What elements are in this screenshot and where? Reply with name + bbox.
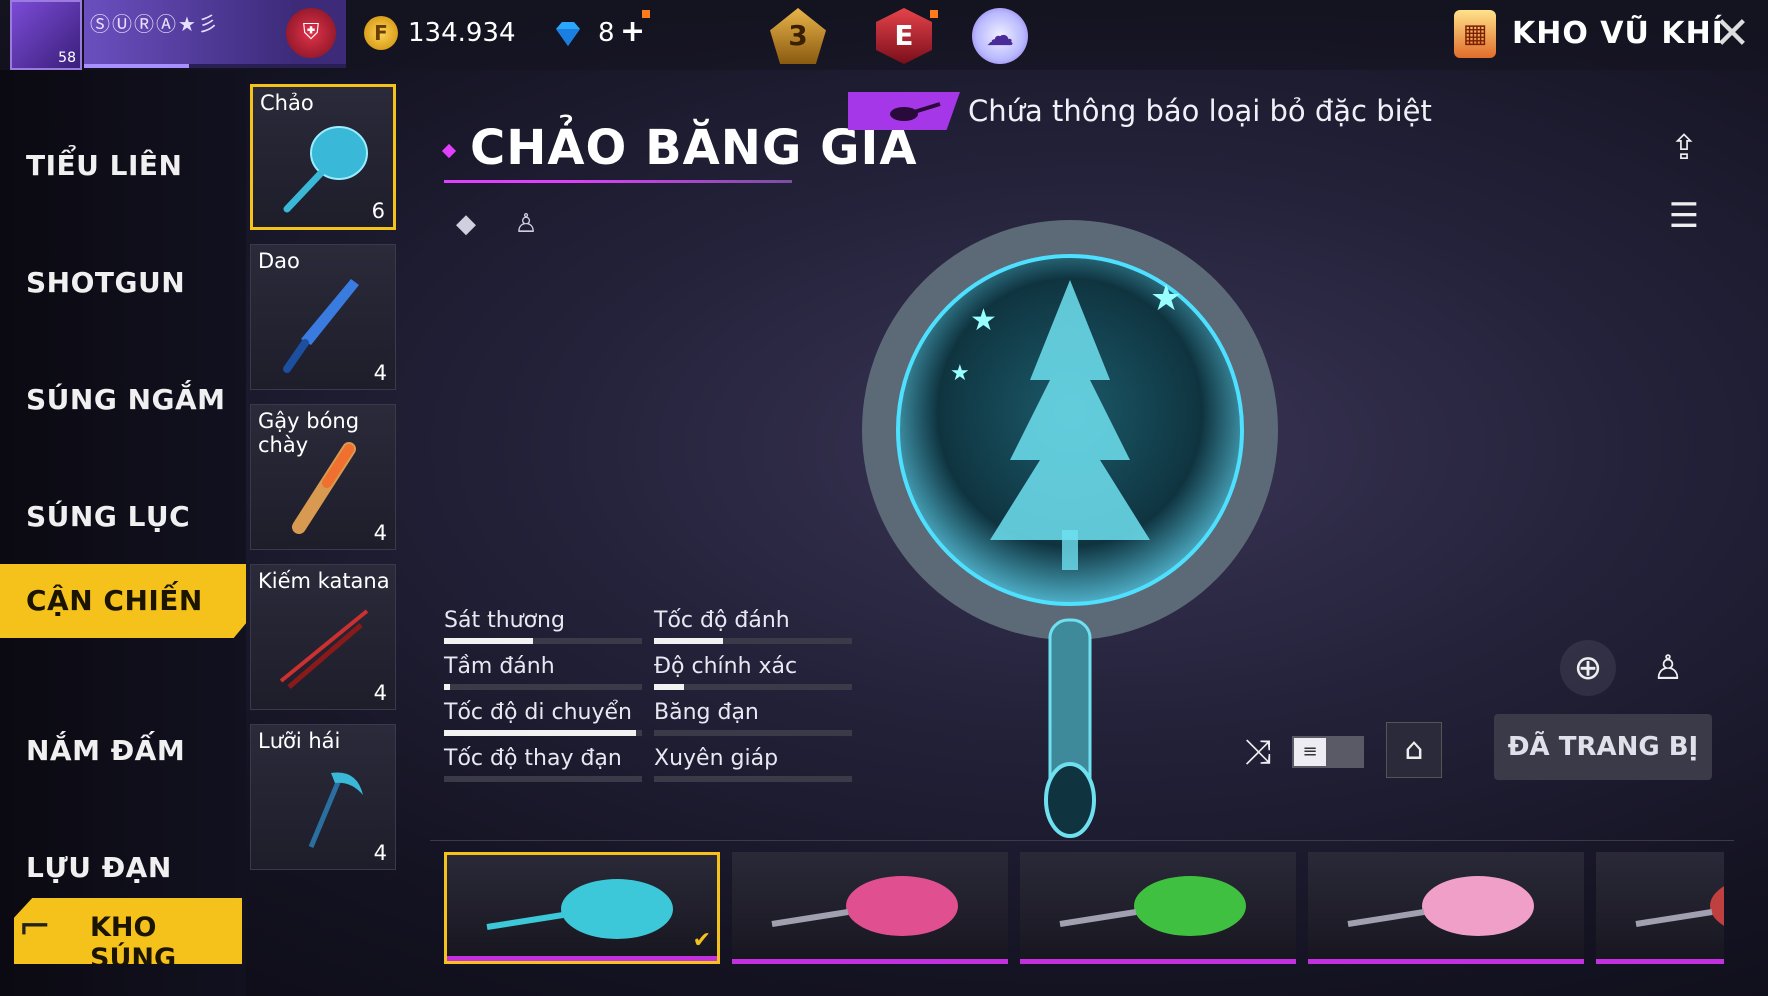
stat-bar <box>654 638 852 644</box>
player-banner[interactable]: ⓈⓊⓇⒶ★彡 ⛨ <box>84 0 346 68</box>
cloud-gift-icon[interactable]: ☁ <box>972 8 1028 64</box>
player-avatar[interactable]: 58 <box>10 0 82 70</box>
rarity-bar <box>732 959 1008 964</box>
svg-text:★: ★ <box>1150 278 1182 319</box>
stat-label: Tốc độ di chuyển <box>444 700 632 725</box>
frying-pan-icon <box>486 879 673 939</box>
weapon-item-knife[interactable]: Dao 4 <box>250 244 396 390</box>
pistol-icon: ⌐ <box>18 904 52 950</box>
stat-label: Độ chính xác <box>654 654 798 679</box>
svg-text:★: ★ <box>950 361 970 386</box>
frying-pan-icon <box>771 876 958 936</box>
player-level: 58 <box>58 50 76 66</box>
skins-divider <box>430 840 1734 841</box>
weapon-item-pan[interactable]: Chảo 6 <box>250 84 396 230</box>
close-icon[interactable]: ✕ <box>1710 12 1754 58</box>
page-title: KHO VŨ KHÍ <box>1512 16 1724 51</box>
equipped-button[interactable]: ĐÃ TRANG BỊ <box>1494 714 1712 780</box>
sidebar-item-grenade[interactable]: LỰU ĐẠN <box>0 832 246 904</box>
category-sidebar: TIỂU LIÊN SHOTGUN SÚNG NGẮM SÚNG LỤC CẬN… <box>0 70 246 996</box>
sidebar-item-shotgun[interactable]: SHOTGUN <box>0 247 246 319</box>
weapon-item-scythe[interactable]: Lưỡi hái 4 <box>250 724 396 870</box>
rarity-bar <box>1596 959 1724 964</box>
baseball-bat-icon <box>292 442 356 534</box>
sidebar-item-fist[interactable]: NẮM ĐẤM <box>0 715 246 787</box>
top-up-button[interactable]: + <box>620 14 645 49</box>
title-bullet-icon <box>441 143 457 159</box>
rarity-bar <box>1308 959 1584 964</box>
stat-bar <box>444 730 642 736</box>
stat-bar <box>444 684 642 690</box>
stat-label: Tầm đánh <box>444 654 555 679</box>
guild-emblem-icon: ⛨ <box>286 8 336 58</box>
stat-label: Tốc độ thay đạn <box>444 746 622 771</box>
notification-dot <box>642 10 650 18</box>
stat-bar <box>654 730 852 736</box>
stat-bar <box>654 684 852 690</box>
skin-item[interactable] <box>1308 852 1584 964</box>
title-underline <box>444 180 792 183</box>
skin-item[interactable] <box>732 852 1008 964</box>
toggle-knob: ≡ <box>1294 738 1326 766</box>
notice-pan-icon <box>848 92 960 130</box>
stat-label: Sát thương <box>444 608 565 633</box>
weapon-item-baseball-bat[interactable]: Gậy bóng chày 4 <box>250 404 396 550</box>
shuffle-icon[interactable]: ⤨ <box>1234 732 1282 772</box>
weapon-item-katana[interactable]: Kiếm katana 4 <box>250 564 396 710</box>
special-notice-text: Chứa thông báo loại bỏ đặc biệt <box>968 94 1432 128</box>
gold-coin-amount: 134.934 <box>408 18 516 48</box>
diamond-icon <box>556 22 580 46</box>
frying-pan-icon <box>1059 876 1246 936</box>
gold-coin-icon: F <box>364 16 398 50</box>
weapon-name: Lưỡi hái <box>258 729 341 753</box>
skin-item[interactable] <box>1596 852 1724 964</box>
gun-vault-label: KHO SÚNG <box>90 912 177 974</box>
stat-bar <box>444 638 642 644</box>
character-preview-icon[interactable]: ♙ <box>1640 640 1696 696</box>
weapon-name: Dao <box>258 249 300 273</box>
sidebar-item-sniper[interactable]: SÚNG NGẮM <box>0 364 246 436</box>
display-toggle[interactable]: ≡ <box>1292 736 1364 768</box>
stat-label: Xuyên giáp <box>654 746 779 771</box>
sidebar-item-melee[interactable]: CẬN CHIẾN <box>0 564 246 638</box>
weapon-count: 4 <box>373 681 387 705</box>
skin-item[interactable] <box>1020 852 1296 964</box>
frying-pan-icon <box>283 126 368 213</box>
weapon-count: 4 <box>373 361 387 385</box>
stat-label: Tốc độ đánh <box>654 608 790 633</box>
zoom-in-icon[interactable]: ⊕ <box>1560 640 1616 696</box>
share-icon[interactable]: ⇪ <box>1662 126 1706 170</box>
diamond-amount: 8 <box>598 18 615 48</box>
sidebar-item-smg[interactable]: TIỂU LIÊN <box>0 130 246 202</box>
stat-bar <box>654 776 852 782</box>
stat-label: Băng đạn <box>654 700 759 725</box>
selected-check-icon: ✔ <box>692 928 711 953</box>
weapon-vault-icon: ▦ <box>1454 10 1496 58</box>
skin-item[interactable]: ✔ <box>444 852 720 964</box>
weapon-name: Kiếm katana <box>258 569 390 593</box>
rarity-bar <box>1020 959 1296 964</box>
weapon-name: Chảo <box>260 91 314 115</box>
frying-pan-showcase[interactable]: ★ ★ ★ <box>850 200 1290 860</box>
notification-dot <box>930 10 938 18</box>
katana-icon <box>279 609 369 689</box>
frying-pan-icon <box>1347 876 1534 936</box>
experience-bar <box>84 64 346 68</box>
knife-icon <box>283 279 359 373</box>
weapon-count: 6 <box>371 199 385 223</box>
weapon-count: 4 <box>373 841 387 865</box>
frying-pan-icon <box>1635 886 1724 927</box>
character-tag-icon: ♙ <box>514 209 538 239</box>
rarity-bar <box>447 956 717 961</box>
svg-text:★: ★ <box>970 303 997 338</box>
weapon-count: 4 <box>373 521 387 545</box>
sidebar-item-pistol[interactable]: SÚNG LỤC <box>0 481 246 553</box>
player-nickname: ⓈⓊⓇⒶ★彡 <box>90 12 220 36</box>
lobby-display-icon[interactable]: ⌂ <box>1386 722 1442 778</box>
gun-vault-button[interactable]: ⌐ KHO SÚNG <box>14 898 242 964</box>
stat-bar <box>444 776 642 782</box>
melee-tag-icon: ◆ <box>456 209 476 239</box>
scythe-icon <box>308 772 363 848</box>
details-search-icon[interactable]: ☰ <box>1662 194 1706 238</box>
